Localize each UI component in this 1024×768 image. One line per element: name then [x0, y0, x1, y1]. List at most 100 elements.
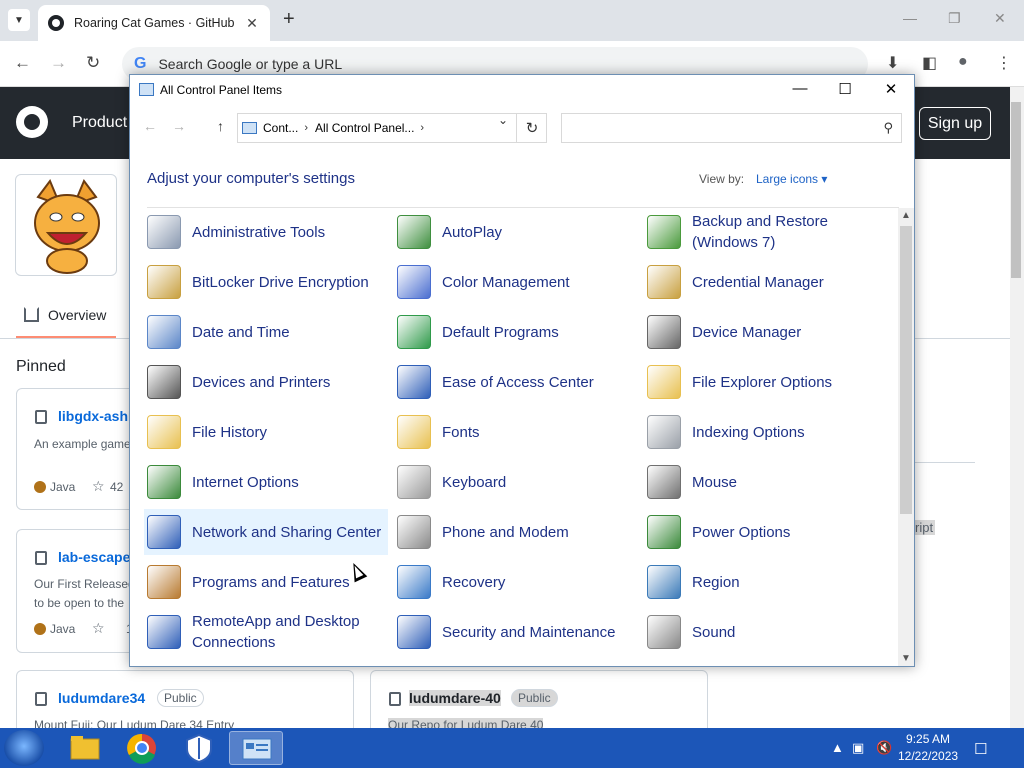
keyboard-icon [397, 465, 431, 499]
cp-item[interactable]: Color Management [394, 259, 638, 305]
star-count[interactable]: 42 [110, 480, 123, 494]
repo-link[interactable]: ludumdare-40 [409, 690, 501, 706]
browser-tab[interactable]: Roaring Cat Games · GitHub ✕ [38, 5, 270, 41]
profile-icon[interactable]: ● [958, 53, 968, 71]
cp-scrollbar[interactable]: ▲ ▼ [898, 208, 914, 666]
pinned-heading: Pinned [16, 358, 66, 375]
repo-link[interactable]: libgdx-ashle [58, 408, 140, 424]
minimize-icon[interactable]: — [903, 10, 917, 26]
date-time-icon [147, 315, 181, 349]
cp-item[interactable]: Mouse [644, 459, 888, 505]
nav-product[interactable]: Product [72, 114, 127, 132]
repo-link[interactable]: lab-escape [58, 549, 130, 565]
signup-button[interactable]: Sign up [919, 107, 991, 140]
cp-item[interactable]: Ease of Access Center [394, 359, 638, 405]
cp-item[interactable]: File History [144, 409, 388, 455]
omnibox-placeholder: Search Google or type a URL [158, 56, 343, 72]
cp-item[interactable]: Default Programs [394, 309, 638, 355]
scroll-up-icon[interactable]: ▲ [901, 210, 911, 221]
cp-item[interactable]: Region [644, 559, 888, 605]
cp-item[interactable]: BitLocker Drive Encryption [144, 259, 388, 305]
side-panel-icon[interactable]: ◧ [922, 53, 937, 73]
cp-item[interactable]: Date and Time [144, 309, 388, 355]
cp-item[interactable]: RemoteApp and Desktop Connections [144, 609, 388, 655]
repo-language: Java [50, 480, 76, 494]
tab-overview[interactable]: Overview [48, 307, 106, 323]
cp-search-input[interactable]: ⚲ [561, 113, 902, 143]
cp-back-icon[interactable]: ← [143, 118, 157, 134]
right-divider [915, 462, 975, 463]
back-icon[interactable]: ← [14, 53, 31, 73]
cp-item[interactable]: Phone and Modem [394, 509, 638, 555]
file-explorer-taskbar-icon[interactable] [58, 731, 112, 765]
tab-close-icon[interactable]: ✕ [244, 15, 260, 32]
cp-item[interactable]: Credential Manager [644, 259, 888, 305]
forward-icon[interactable]: → [50, 53, 67, 73]
cp-item-label: Device Manager [692, 323, 802, 341]
view-by-label: View by: [699, 172, 745, 186]
download-icon[interactable]: ⬇ [886, 53, 899, 73]
cp-item[interactable]: File Explorer Options [644, 359, 888, 405]
folder-options-icon [647, 365, 681, 399]
tray-overflow-icon[interactable]: ▲ [831, 740, 844, 755]
taskbar-clock[interactable]: 9:25 AM 12/22/2023 [898, 731, 958, 765]
cp-titlebar[interactable]: All Control Panel Items — ☐ ✕ [130, 75, 914, 105]
cp-item[interactable]: Indexing Options [644, 409, 888, 455]
cp-item[interactable]: Keyboard [394, 459, 638, 505]
cp-item[interactable]: Devices and Printers [144, 359, 388, 405]
repo-icon [389, 692, 401, 706]
breadcrumb-control-panel[interactable]: Cont... [263, 121, 298, 135]
cp-item[interactable]: Internet Options [144, 459, 388, 505]
control-panel-taskbar-icon[interactable] [229, 731, 283, 765]
cp-item[interactable]: Recovery [394, 559, 638, 605]
cp-item-label: Internet Options [192, 473, 299, 491]
ease-access-icon [397, 365, 431, 399]
scroll-down-icon[interactable]: ▼ [901, 653, 911, 664]
page-scrollbar-thumb[interactable] [1011, 102, 1021, 278]
tab-search-button[interactable]: ▼ [8, 9, 30, 31]
cp-scrollbar-thumb[interactable] [900, 226, 912, 514]
cp-maximize-icon[interactable]: ☐ [835, 80, 855, 98]
cp-item[interactable]: Administrative Tools [144, 209, 388, 255]
chevron-right-icon[interactable]: › [420, 122, 424, 134]
view-by-dropdown[interactable]: Large icons ▾ [756, 172, 827, 186]
cp-item-label: File Explorer Options [692, 373, 833, 391]
cp-item[interactable]: Network and Sharing Center [144, 509, 388, 555]
new-tab-button[interactable]: + [283, 8, 295, 31]
cp-item[interactable]: Power Options [644, 509, 888, 555]
start-button-icon[interactable] [4, 730, 44, 766]
google-icon: G [134, 55, 147, 72]
action-center-icon[interactable]: ☐ [974, 740, 987, 758]
address-dropdown-icon[interactable]: ⌄ [492, 113, 514, 127]
cp-item[interactable]: AutoPlay [394, 209, 638, 255]
cp-item-label: AutoPlay [442, 223, 503, 241]
autoplay-icon [397, 215, 431, 249]
repo-link[interactable]: ludumdare34 [58, 690, 145, 706]
cp-forward-icon[interactable]: → [172, 118, 186, 134]
cp-minimize-icon[interactable]: — [790, 80, 810, 97]
mouse-icon [647, 465, 681, 499]
menu-dots-icon[interactable]: ⋮ [996, 53, 1012, 73]
cp-item[interactable]: Device Manager [644, 309, 888, 355]
close-window-icon[interactable]: ✕ [994, 10, 1006, 27]
cp-up-icon[interactable]: ↑ [217, 118, 224, 134]
clock-date: 12/22/2023 [898, 749, 959, 763]
cp-item[interactable]: Security and Maintenance [394, 609, 638, 655]
network-tray-icon[interactable]: ▣ [852, 740, 864, 756]
color-mgmt-icon [397, 265, 431, 299]
chrome-taskbar-icon[interactable] [115, 731, 169, 765]
refresh-icon[interactable]: ↻ [516, 113, 547, 143]
cp-item[interactable]: Sound [644, 609, 888, 655]
security-taskbar-icon[interactable] [172, 731, 226, 765]
cp-item[interactable]: Backup and Restore (Windows 7) [644, 209, 888, 255]
volume-muted-icon[interactable]: 🔇 [876, 740, 892, 756]
dropdown-arrow-icon: ▾ [821, 172, 828, 186]
reload-icon[interactable]: ↻ [86, 53, 100, 73]
chevron-right-icon[interactable]: › [304, 122, 308, 134]
cp-item[interactable]: Fonts [394, 409, 638, 455]
search-icon[interactable]: ⚲ [883, 120, 893, 136]
restore-icon[interactable]: ❐ [948, 10, 961, 27]
breadcrumb-all-items[interactable]: All Control Panel... [315, 121, 414, 135]
github-logo-icon[interactable] [16, 106, 48, 138]
cp-close-icon[interactable]: ✕ [881, 80, 901, 98]
